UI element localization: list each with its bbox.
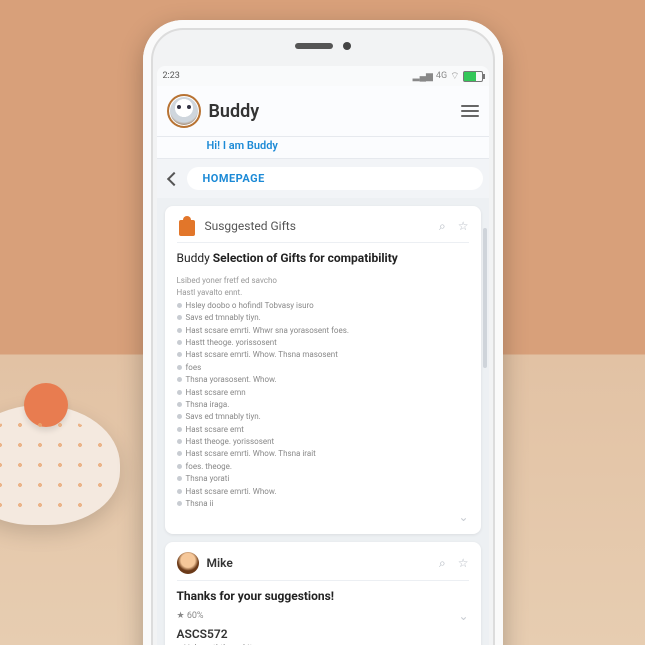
list-item: Thsna iraga.	[177, 399, 469, 411]
signal-icon: ▂▄▆	[413, 71, 433, 82]
suggested-gifts-card: Susggested Gifts ⌕ ☆ Buddy Selection of …	[165, 206, 481, 534]
chevron-down-icon[interactable]: ⌄	[458, 510, 468, 524]
list-item: Thsna ii	[177, 498, 469, 510]
card-subtitle: Buddy Selection of Gifts for compatibili…	[177, 251, 469, 265]
code-value: ASCS572	[177, 627, 469, 641]
star-icon[interactable]: ☆	[458, 219, 469, 233]
phone-screen: 2:23 ▂▄▆ 4G ⌔ Buddy Hi! I am Buddy HOMEP…	[157, 66, 489, 645]
back-button[interactable]	[163, 170, 181, 188]
list-item: foes	[177, 362, 469, 374]
user-name: Mike	[207, 556, 428, 570]
breadcrumb[interactable]: HOMEPAGE	[187, 167, 483, 190]
list-item: Thsna yorati	[177, 473, 469, 485]
list-item: Hast scsare emrti. Whwr sna yorasosent f…	[177, 325, 469, 337]
chevron-down-icon[interactable]: ⌄	[458, 609, 468, 623]
greeting-text: Hi! I am Buddy	[157, 137, 489, 159]
content-scroll[interactable]: Susggested Gifts ⌕ ☆ Buddy Selection of …	[157, 198, 489, 645]
list-item: Thsna yorasosent. Whow.	[177, 374, 469, 386]
app-header: Buddy	[157, 86, 489, 137]
gift-list: Lsibed yoner fretf ed savcho Hastl yaval…	[177, 275, 469, 510]
nav-row: HOMEPAGE	[157, 159, 489, 198]
user-reply-card: Mike ⌕ ☆ Thanks for your suggestions! ★ …	[165, 542, 481, 645]
wifi-icon: ⌔	[450, 70, 459, 83]
list-item: Hast scsare emt	[177, 424, 469, 436]
network-label: 4G	[436, 71, 447, 81]
list-item: Hast theoge. yorissosent	[177, 436, 469, 448]
list-item: Savs ed tmnably tiyn.	[177, 411, 469, 423]
card-label: Susggested Gifts	[205, 219, 428, 233]
phone-notch	[295, 42, 351, 50]
match-percent: ★ 60%	[177, 611, 204, 621]
battery-icon	[463, 71, 483, 82]
hamburger-menu-icon[interactable]	[461, 105, 479, 117]
list-item: foes. theoge.	[177, 461, 469, 473]
search-icon[interactable]: ⌕	[439, 219, 446, 234]
app-title: Buddy	[209, 101, 453, 122]
list-item: Hast scsare emn	[177, 387, 469, 399]
list-item: Savs ed tmnably tiyn.	[177, 312, 469, 324]
list-item: Hast scsare emrti. Whow. Thsna irait	[177, 448, 469, 460]
list-item: Hastt theoge. yorissosent	[177, 337, 469, 349]
reply-text: Thanks for your suggestions!	[177, 589, 469, 603]
status-bar: 2:23 ▂▄▆ 4G ⌔	[157, 66, 489, 86]
status-time: 2:23	[163, 71, 180, 81]
list-item: Hast scsare emrti. Whow.	[177, 486, 469, 498]
gift-icon	[177, 216, 197, 236]
user-avatar[interactable]	[177, 552, 199, 574]
search-icon[interactable]: ⌕	[439, 556, 446, 571]
chevron-down-icon[interactable]: ⌄	[458, 641, 468, 645]
star-icon[interactable]: ☆	[458, 556, 469, 570]
scrollbar[interactable]	[483, 228, 487, 368]
background-gift-box	[0, 405, 120, 525]
phone-frame: 2:23 ▂▄▆ 4G ⌔ Buddy Hi! I am Buddy HOMEP…	[143, 20, 503, 645]
buddy-avatar[interactable]	[167, 94, 201, 128]
list-item: Hast scsare emrti. Whow. Thsna masosent	[177, 349, 469, 361]
list-item: Hsley doobo o hofindl Tobvasy isuro	[177, 300, 469, 312]
